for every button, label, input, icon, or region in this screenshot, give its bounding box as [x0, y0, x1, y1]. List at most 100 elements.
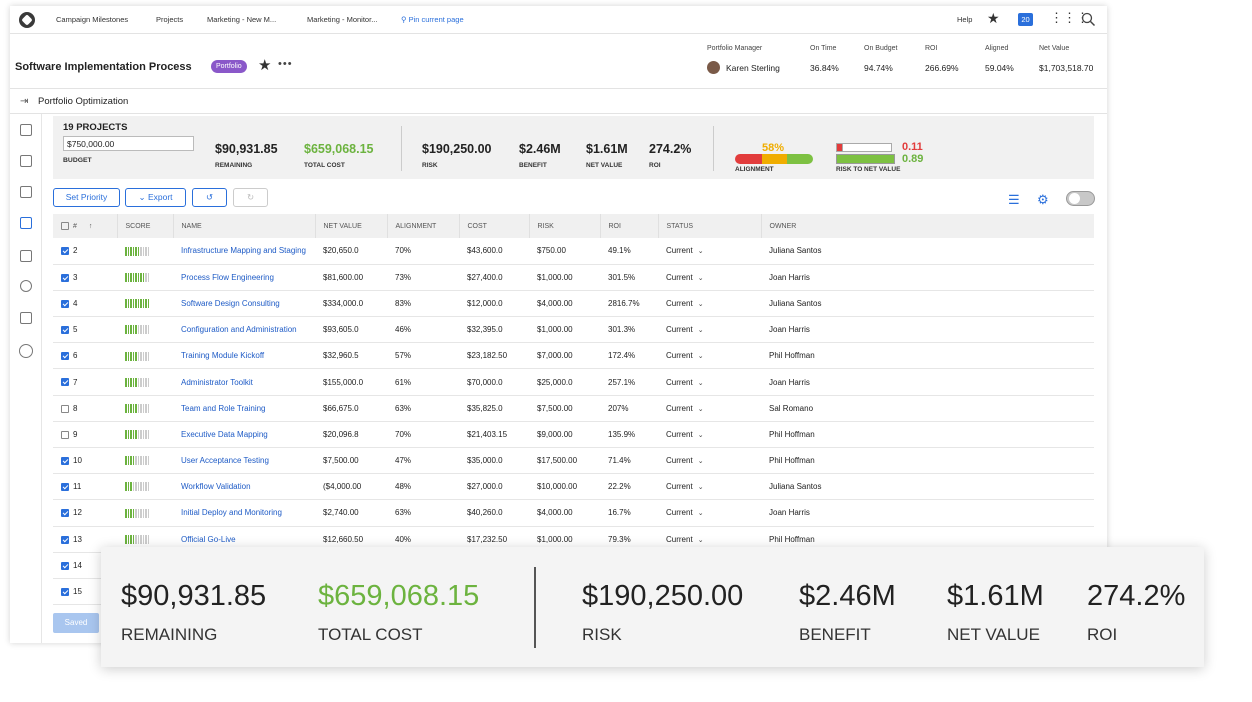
- table-row[interactable]: 3 Process Flow Engineering $81,600.00 73% $2…: [53, 264, 1094, 291]
- chevron-down-icon[interactable]: ⌄: [698, 380, 704, 387]
- nav-link-marketing-monitor[interactable]: Marketing - Monitor...: [307, 15, 377, 24]
- row-checkbox[interactable]: [61, 299, 69, 308]
- chevron-down-icon[interactable]: ⌄: [698, 275, 704, 282]
- help-link[interactable]: Help: [957, 15, 972, 24]
- pin-page-link[interactable]: ⚲ Pin current page: [401, 15, 464, 24]
- chevron-down-icon[interactable]: ⌄: [698, 484, 704, 491]
- sort-arrow-icon[interactable]: ↑: [89, 223, 93, 230]
- chevron-down-icon[interactable]: ⌄: [698, 432, 704, 439]
- row-checkbox[interactable]: [61, 430, 69, 439]
- status-dropdown[interactable]: Current ⌄: [658, 421, 761, 447]
- status-dropdown[interactable]: Current ⌄: [658, 500, 761, 526]
- row-checkbox[interactable]: [61, 483, 69, 492]
- project-name-link[interactable]: Executive Data Mapping: [173, 421, 315, 447]
- row-checkbox[interactable]: [61, 352, 69, 361]
- row-checkbox[interactable]: [61, 326, 69, 335]
- table-row[interactable]: 2 Infrastructure Mapping and Staging $20,6…: [53, 238, 1094, 265]
- column-header-status[interactable]: STATUS: [658, 214, 762, 238]
- favorite-star-icon[interactable]: ★: [258, 56, 271, 74]
- document-icon[interactable]: [20, 155, 32, 167]
- row-checkbox[interactable]: [61, 456, 69, 465]
- status-dropdown[interactable]: Current ⌄: [658, 448, 761, 474]
- portfolio-manager-name[interactable]: Karen Sterling: [726, 63, 780, 73]
- more-options-icon[interactable]: •••: [278, 58, 293, 70]
- column-header-risk[interactable]: RISK: [529, 214, 601, 238]
- table-row[interactable]: 4 Software Design Consulting $334,000.0 83%…: [53, 290, 1094, 317]
- chevron-down-icon[interactable]: ⌄: [698, 458, 704, 465]
- nav-link-marketing-new[interactable]: Marketing - New M...: [207, 15, 276, 24]
- status-dropdown[interactable]: Current ⌄: [658, 395, 761, 421]
- row-checkbox[interactable]: [61, 535, 69, 544]
- chevron-down-icon[interactable]: ⌄: [698, 406, 704, 413]
- row-checkbox[interactable]: [61, 561, 69, 570]
- table-row[interactable]: 12 Initial Deploy and Monitoring $2,740.00…: [53, 500, 1094, 527]
- column-header-name[interactable]: NAME: [173, 214, 316, 238]
- table-row[interactable]: 10 User Acceptance Testing $7,500.00 47% $35…: [53, 448, 1094, 474]
- status-dropdown[interactable]: Current ⌄: [658, 369, 761, 395]
- file-icon[interactable]: [20, 250, 32, 262]
- column-header-score[interactable]: SCORE: [117, 214, 174, 238]
- table-row[interactable]: 8 Team and Role Training $66,675.0 63% $35,8…: [53, 395, 1094, 422]
- project-name-link[interactable]: Team and Role Training: [173, 395, 315, 421]
- row-checkbox[interactable]: [61, 273, 69, 282]
- chevron-down-icon[interactable]: ⌄: [698, 353, 704, 360]
- project-name-link[interactable]: Software Design Consulting: [173, 290, 315, 316]
- filter-sliders-icon[interactable]: ☰: [1008, 192, 1020, 208]
- table-row[interactable]: 11 Workflow Validation ($4,000.00 48% $27,00…: [53, 474, 1094, 500]
- chevron-down-icon[interactable]: ⌄: [698, 327, 704, 334]
- project-name-link[interactable]: Infrastructure Mapping and Staging: [173, 238, 315, 264]
- row-checkbox[interactable]: [61, 247, 69, 256]
- column-header-cost[interactable]: COST: [459, 214, 530, 238]
- nav-link-campaign-milestones[interactable]: Campaign Milestones: [56, 15, 128, 24]
- chevron-down-icon[interactable]: ⌄: [698, 248, 704, 255]
- project-name-link[interactable]: User Acceptance Testing: [173, 448, 315, 474]
- undo-button[interactable]: ↺: [192, 188, 227, 207]
- chevron-down-icon[interactable]: ⌄: [698, 537, 704, 544]
- notification-badge[interactable]: 20: [1018, 13, 1033, 26]
- chevron-down-icon[interactable]: ⌄: [698, 301, 704, 308]
- project-name-link[interactable]: Process Flow Engineering: [173, 264, 315, 290]
- project-name-link[interactable]: Training Module Kickoff: [173, 343, 315, 369]
- redo-button[interactable]: ↻: [233, 188, 268, 207]
- status-dropdown[interactable]: Current ⌄: [658, 290, 761, 316]
- project-name-link[interactable]: Configuration and Administration: [173, 317, 315, 343]
- saved-button[interactable]: Saved: [53, 613, 99, 633]
- row-checkbox[interactable]: [61, 509, 69, 518]
- row-checkbox[interactable]: [61, 404, 69, 413]
- star-icon[interactable]: ★: [987, 10, 1000, 27]
- status-dropdown[interactable]: Current ⌄: [658, 474, 761, 500]
- logo-icon[interactable]: [19, 12, 35, 28]
- table-row[interactable]: 9 Executive Data Mapping $20,096.8 70% $21,4…: [53, 421, 1094, 448]
- row-checkbox[interactable]: [61, 587, 69, 596]
- status-dropdown[interactable]: Current ⌄: [658, 264, 761, 290]
- collapse-panel-icon[interactable]: ⇥: [20, 96, 28, 107]
- budget-input[interactable]: $750,000.00: [63, 136, 194, 151]
- comment-icon[interactable]: [20, 280, 32, 292]
- project-name-link[interactable]: Initial Deploy and Monitoring: [173, 500, 315, 526]
- row-checkbox[interactable]: [61, 378, 69, 387]
- project-name-link[interactable]: Administrator Toolkit: [173, 369, 315, 395]
- column-header-alignment[interactable]: ALIGNMENT: [387, 214, 460, 238]
- table-row[interactable]: 6 Training Module Kickoff $32,960.5 57% $23,…: [53, 343, 1094, 369]
- set-priority-button[interactable]: Set Priority: [53, 188, 120, 207]
- table-row[interactable]: 7 Administrator Toolkit $155,000.0 61% $70,0…: [53, 369, 1094, 396]
- overview-icon[interactable]: [20, 124, 32, 136]
- column-header-roi[interactable]: ROI: [600, 214, 659, 238]
- nav-link-projects[interactable]: Projects: [156, 15, 183, 24]
- project-name-link[interactable]: Workflow Validation: [173, 474, 315, 500]
- column-header-owner[interactable]: OWNER: [761, 214, 1094, 238]
- portfolio-optimization-icon[interactable]: [20, 217, 32, 229]
- list-icon[interactable]: [20, 186, 32, 198]
- select-all-checkbox[interactable]: [61, 222, 69, 230]
- gear-icon[interactable]: ⚙: [1037, 192, 1049, 208]
- export-button[interactable]: ⌄ Export: [125, 188, 186, 207]
- view-toggle[interactable]: [1066, 191, 1095, 206]
- column-header-number[interactable]: # ↑: [53, 214, 118, 238]
- status-dropdown[interactable]: Current ⌄: [658, 343, 761, 369]
- add-icon[interactable]: [19, 344, 33, 358]
- table-row[interactable]: 5 Configuration and Administration $93,605…: [53, 317, 1094, 343]
- status-dropdown[interactable]: Current ⌄: [658, 317, 761, 343]
- column-header-net-value[interactable]: NET VALUE: [315, 214, 388, 238]
- status-dropdown[interactable]: Current ⌄: [658, 238, 761, 264]
- chevron-down-icon[interactable]: ⌄: [698, 510, 704, 517]
